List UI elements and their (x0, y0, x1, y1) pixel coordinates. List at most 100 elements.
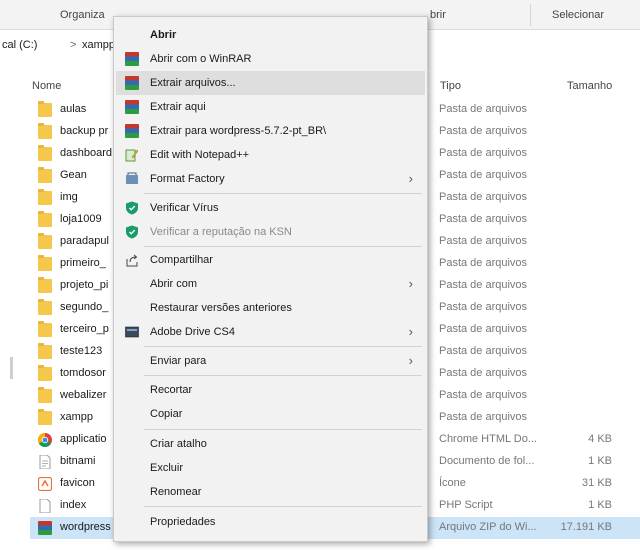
select-button[interactable]: Selecionar (552, 0, 604, 30)
file-size: 1 KB (588, 499, 612, 511)
file-name: dashboard (60, 147, 112, 159)
menu-item-label: Adobe Drive CS4 (150, 326, 235, 338)
menu-item-edit-notepad[interactable]: Edit with Notepad++ (116, 143, 425, 167)
file-name: Gean (60, 169, 87, 181)
folder-icon (38, 321, 52, 337)
organize-button[interactable]: Organiza (60, 0, 105, 30)
file-name: primeiro_ (60, 257, 106, 269)
menu-item-format-factory[interactable]: Format Factory › (116, 167, 425, 191)
file-name: applicatio (60, 433, 107, 445)
breadcrumb-folder[interactable]: xampp (82, 33, 115, 57)
file-type: Pasta de arquivos (439, 191, 528, 203)
menu-item-label: Propriedades (150, 516, 216, 528)
file-type: Arquivo ZIP do Wi... (439, 521, 537, 533)
file-size: 17.191 KB (560, 521, 612, 533)
file-name: terceiro_p (60, 323, 109, 335)
file-name: webalizer (60, 389, 107, 401)
folder-icon (38, 167, 52, 183)
menu-item-check-reputation[interactable]: Verificar a reputação na KSN (116, 220, 425, 244)
menu-item-cut[interactable]: Recortar (116, 378, 425, 402)
menu-item-open-with-winrar[interactable]: Abrir com o WinRAR (116, 47, 425, 71)
menu-item-send-to[interactable]: Enviar para › (116, 349, 425, 373)
file-type: Pasta de arquivos (439, 367, 528, 379)
file-name: loja1009 (60, 213, 102, 225)
menu-item-label: Verificar Vírus (150, 202, 219, 214)
folder-icon (38, 145, 52, 161)
menu-item-label: Compartilhar (150, 254, 213, 266)
menu-item-rename[interactable]: Renomear (116, 480, 425, 504)
menu-item-restore-versions[interactable]: Restaurar versões anteriores (116, 296, 425, 320)
menu-separator (144, 375, 422, 376)
breadcrumb-drive[interactable]: cal (C:) (2, 33, 37, 57)
file-type: Pasta de arquivos (439, 235, 528, 247)
document-icon (39, 455, 51, 469)
menu-item-adobe-drive[interactable]: Adobe Drive CS4 › (116, 320, 425, 344)
file-type: Pasta de arquivos (439, 213, 528, 225)
breadcrumb-chevron-icon: > (70, 39, 77, 51)
menu-item-extract-to[interactable]: Extrair para wordpress-5.7.2-pt_BR\ (116, 119, 425, 143)
menu-separator (144, 506, 422, 507)
folder-icon (38, 277, 52, 293)
share-icon (126, 254, 138, 267)
menu-item-label: Criar atalho (150, 438, 207, 450)
file-name: img (60, 191, 78, 203)
folder-icon (38, 123, 52, 139)
file-size: 4 KB (588, 433, 612, 445)
file-size: 31 KB (582, 477, 612, 489)
menu-item-label: Edit with Notepad++ (150, 149, 250, 161)
file-type: Pasta de arquivos (439, 103, 528, 115)
menu-item-open-with[interactable]: Abrir com › (116, 272, 425, 296)
favicon-icon (38, 477, 52, 491)
folder-icon (38, 233, 52, 249)
file-type: Pasta de arquivos (439, 301, 528, 313)
menu-item-label: Recortar (150, 384, 193, 396)
file-name: bitnami (60, 455, 96, 467)
file-type: Pasta de arquivos (439, 279, 528, 291)
file-type: Documento de fol... (439, 455, 535, 467)
context-menu: Abrir Abrir com o WinRAR Extrair arquivo… (113, 16, 428, 542)
column-header-size[interactable]: Tamanho (567, 80, 612, 92)
menu-item-extract-files[interactable]: Extrair arquivos... (116, 71, 425, 95)
php-file-icon (39, 499, 51, 513)
menu-item-delete[interactable]: Excluir (116, 456, 425, 480)
winrar-archive-icon (38, 521, 52, 535)
menu-separator (144, 246, 422, 247)
open-button[interactable]: brir (430, 0, 446, 30)
adobe-drive-icon (125, 326, 139, 338)
file-name: teste123 (60, 345, 103, 357)
file-type: Pasta de arquivos (439, 323, 528, 335)
menu-item-scan-virus[interactable]: Verificar Vírus (116, 196, 425, 220)
file-type: Pasta de arquivos (439, 147, 528, 159)
format-factory-icon (126, 172, 138, 184)
submenu-arrow-icon: › (408, 171, 413, 186)
menu-separator (144, 193, 422, 194)
folder-icon (38, 387, 52, 403)
menu-item-label: Restaurar versões anteriores (150, 302, 292, 314)
file-name: segundo_ (60, 301, 109, 313)
menu-item-extract-here[interactable]: Extrair aqui (116, 95, 425, 119)
menu-item-label: Format Factory (150, 173, 225, 185)
file-type: Pasta de arquivos (439, 389, 528, 401)
winrar-icon (125, 76, 139, 90)
menu-item-create-shortcut[interactable]: Criar atalho (116, 432, 425, 456)
folder-icon (38, 299, 52, 315)
submenu-arrow-icon: › (408, 276, 413, 291)
file-name: aulas (60, 103, 87, 115)
menu-item-label: Renomear (150, 486, 202, 498)
chrome-icon (38, 433, 52, 447)
menu-item-label: Abrir com (150, 278, 198, 290)
menu-item-properties[interactable]: Propriedades (116, 510, 425, 534)
menu-item-label: Abrir com o WinRAR (150, 53, 252, 65)
menu-item-label: Extrair aqui (150, 101, 206, 113)
file-type: Pasta de arquivos (439, 411, 528, 423)
menu-item-share[interactable]: Compartilhar (116, 248, 425, 272)
menu-item-label: Verificar a reputação na KSN (150, 226, 292, 238)
menu-item-copy[interactable]: Copiar (116, 402, 425, 426)
file-name: wordpress (60, 521, 111, 533)
menu-item-label: Extrair arquivos... (150, 77, 236, 89)
column-header-name[interactable]: Nome (32, 80, 61, 92)
file-name: index (60, 499, 87, 511)
menu-item-open[interactable]: Abrir (116, 23, 425, 47)
folder-icon (38, 365, 52, 381)
column-header-type[interactable]: Tipo (440, 80, 461, 92)
